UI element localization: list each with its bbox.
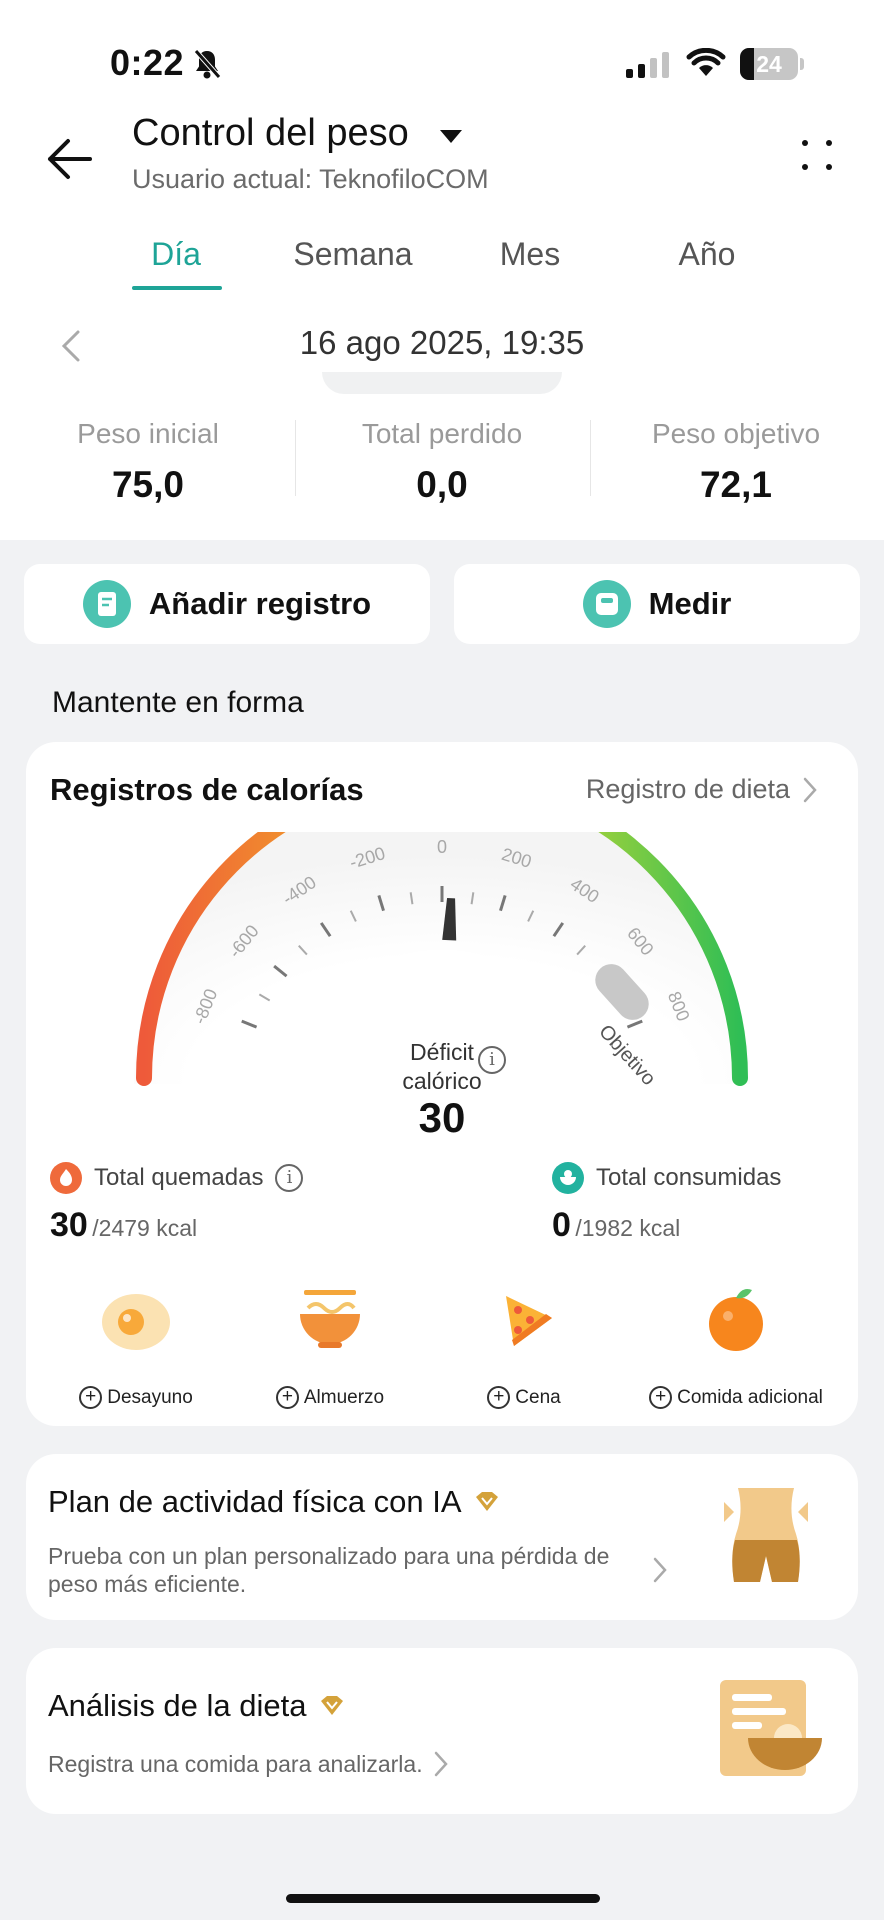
add-record-label: Añadir registro [148, 586, 372, 621]
pizza-icon [424, 1278, 624, 1358]
meal-breakfast[interactable]: + Desayuno [36, 1278, 236, 1409]
deficit-label-line2: calórico [402, 1068, 482, 1094]
cellular-signal-icon [626, 50, 669, 78]
info-icon[interactable]: i [478, 1046, 506, 1074]
total-consumed-value: 0 /1982 kcal [552, 1206, 680, 1245]
total-burned-header: Total quemadas i [50, 1162, 304, 1194]
total-burned-label: Total quemadas [94, 1164, 264, 1191]
meal-lunch[interactable]: + Almuerzo [230, 1278, 430, 1409]
chevron-right-icon [434, 1751, 448, 1777]
bowl-icon [552, 1162, 584, 1194]
diet-analysis-description: Registra una comida para analizarla. [48, 1750, 423, 1777]
gauge-tick-label: 0 [437, 837, 447, 857]
total-burned-value: 30 /2479 kcal [50, 1206, 197, 1245]
home-indicator[interactable] [286, 1894, 600, 1903]
deficit-label-line1: Déficit [410, 1039, 474, 1065]
consumed-value: 0 [552, 1206, 571, 1244]
stat-value: 0,0 [416, 464, 468, 505]
burned-value: 30 [50, 1206, 88, 1244]
tab-year[interactable]: Año [627, 236, 787, 273]
chevron-right-icon [803, 777, 817, 802]
total-consumed-label: Total consumidas [596, 1164, 782, 1191]
more-options-icon[interactable] [800, 138, 836, 174]
battery-level: 24 [756, 51, 782, 77]
noodle-bowl-icon [230, 1278, 430, 1358]
calorie-records-card: Registros de calorías Registro de dieta … [26, 742, 858, 1426]
total-consumed-header: Total consumidas [552, 1162, 781, 1194]
stat-label: Peso objetivo [651, 418, 821, 449]
add-icon: + [649, 1386, 673, 1409]
stat-total-lost: Total perdido 0,0 [302, 418, 582, 506]
caret-down-icon[interactable] [440, 130, 462, 143]
info-icon[interactable]: i [275, 1164, 304, 1192]
wifi-icon [686, 48, 726, 76]
stat-label: Total perdido [361, 418, 523, 449]
stat-value: 72,1 [699, 464, 772, 505]
ai-plan-description: Prueba con un plan personalizado para un… [48, 1543, 610, 1597]
tab-day[interactable]: Día [96, 236, 256, 273]
premium-diamond-icon [475, 1492, 498, 1511]
tab-month[interactable]: Mes [450, 236, 610, 273]
tab-active-indicator [132, 286, 222, 290]
page-title[interactable]: Control del peso [132, 112, 409, 155]
stat-initial-weight: Peso inicial 75,0 [8, 418, 288, 506]
collapsed-chart-handle[interactable] [322, 372, 562, 394]
measure-label: Medir [648, 586, 732, 621]
divider [590, 420, 591, 496]
card-title: Registros de calorías [50, 772, 364, 807]
diet-analysis-card[interactable]: Análisis de la dieta Registra una comida… [26, 1648, 858, 1814]
section-title: Mantente en forma [52, 686, 304, 719]
selected-date[interactable]: 16 ago 2025, 19:35 [0, 324, 884, 362]
deficit-value: 30 [418, 1094, 466, 1141]
add-icon: + [79, 1386, 103, 1409]
scale-icon [582, 580, 631, 628]
add-icon: + [275, 1386, 299, 1409]
meal-label: Comida adicional [677, 1386, 823, 1408]
tab-week[interactable]: Semana [273, 236, 433, 273]
diet-report-icon [720, 1680, 822, 1776]
battery-cap [800, 58, 804, 70]
add-icon: + [487, 1386, 511, 1409]
deficit-label: Déficit calórico [26, 1038, 858, 1096]
bell-muted-icon [194, 49, 221, 79]
diet-analysis-desc-row: Registra una comida para analizarla. [48, 1750, 449, 1778]
current-user: Usuario actual: TeknofiloCOM [132, 164, 489, 194]
orange-icon [630, 1278, 842, 1358]
ai-plan-title: Plan de actividad física con IA [48, 1484, 462, 1519]
back-arrow-icon[interactable] [46, 138, 92, 180]
meal-label: Cena [515, 1386, 561, 1408]
meal-label: Almuerzo [303, 1386, 385, 1408]
flame-icon [50, 1162, 82, 1194]
header-panel: 0:22 24 Control del peso Usuario actual:… [0, 0, 884, 540]
egg-icon [36, 1278, 236, 1358]
ai-plan-title-row: Plan de actividad física con IA [48, 1484, 500, 1520]
diet-analysis-title: Análisis de la dieta [48, 1688, 307, 1723]
notepad-icon [82, 580, 131, 628]
battery-icon: 24 [740, 48, 798, 80]
stat-value: 75,0 [111, 464, 184, 505]
stat-label: Peso inicial [77, 418, 219, 449]
stat-target-weight: Peso objetivo 72,1 [596, 418, 876, 506]
measure-button[interactable]: Medir [454, 564, 860, 644]
waist-figure-icon [724, 1488, 808, 1582]
diet-analysis-title-row: Análisis de la dieta [48, 1688, 345, 1724]
diet-log-label: Registro de dieta [585, 774, 790, 804]
status-time: 0:22 [110, 42, 185, 83]
add-record-button[interactable]: Añadir registro [24, 564, 430, 644]
meal-label: Desayuno [107, 1386, 193, 1408]
divider [295, 420, 296, 496]
consumed-total: /1982 kcal [575, 1215, 681, 1241]
burned-total: /2479 kcal [92, 1215, 198, 1241]
diet-log-link[interactable]: Registro de dieta [586, 774, 818, 805]
ai-activity-plan-card[interactable]: Plan de actividad física con IA Prueba c… [26, 1454, 858, 1620]
meal-extra[interactable]: + Comida adicional [630, 1278, 842, 1409]
meal-dinner[interactable]: + Cena [424, 1278, 624, 1409]
chevron-right-icon [653, 1557, 667, 1583]
premium-diamond-icon [320, 1696, 343, 1715]
